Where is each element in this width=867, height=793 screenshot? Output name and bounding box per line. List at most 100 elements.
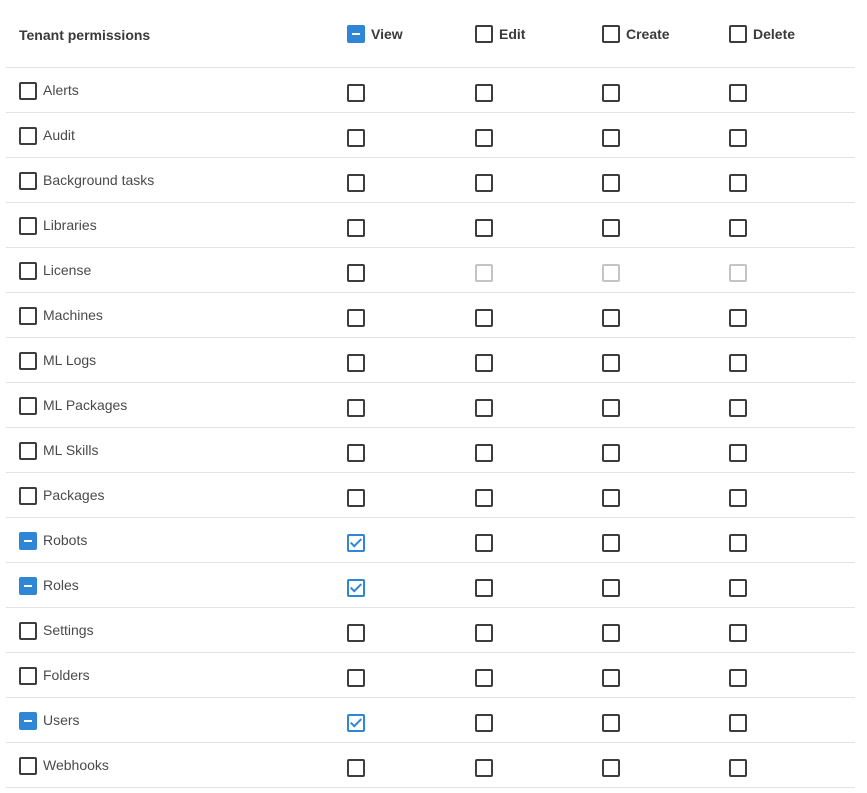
edit-permission-checkbox[interactable] [475,129,493,147]
row-select-checkbox[interactable] [19,577,37,595]
edit-permission-checkbox[interactable] [475,669,493,687]
table-row: Roles [6,563,855,608]
create-permission-checkbox[interactable] [602,84,620,102]
edit-permission-checkbox[interactable] [475,489,493,507]
row-select-checkbox[interactable] [19,622,37,640]
row-select-checkbox[interactable] [19,397,37,415]
table-row: License [6,248,855,293]
edit-permission-checkbox[interactable] [475,219,493,237]
create-permission-checkbox[interactable] [602,444,620,462]
row-select-checkbox[interactable] [19,217,37,235]
delete-permission-checkbox[interactable] [729,489,747,507]
delete-permission-checkbox[interactable] [729,579,747,597]
header-delete-checkbox[interactable] [729,25,747,43]
row-select-checkbox[interactable] [19,307,37,325]
view-permission-checkbox[interactable] [347,264,365,282]
row-select-checkbox[interactable] [19,352,37,370]
edit-permission-checkbox[interactable] [475,84,493,102]
row-select-checkbox[interactable] [19,667,37,685]
delete-permission-checkbox[interactable] [729,669,747,687]
column-header-edit: Edit [499,26,526,42]
view-permission-checkbox[interactable] [347,309,365,327]
create-permission-checkbox[interactable] [602,174,620,192]
view-permission-checkbox[interactable] [347,129,365,147]
view-permission-checkbox[interactable] [347,444,365,462]
create-permission-checkbox[interactable] [602,129,620,147]
edit-permission-checkbox[interactable] [475,759,493,777]
row-select-checkbox[interactable] [19,127,37,145]
view-permission-checkbox[interactable] [347,489,365,507]
table-row: Alerts [6,68,855,113]
create-permission-checkbox[interactable] [602,759,620,777]
edit-permission-checkbox[interactable] [475,399,493,417]
view-permission-checkbox[interactable] [347,669,365,687]
edit-permission-checkbox[interactable] [475,624,493,642]
edit-permission-checkbox[interactable] [475,309,493,327]
create-permission-checkbox[interactable] [602,714,620,732]
delete-permission-checkbox[interactable] [729,174,747,192]
delete-permission-checkbox[interactable] [729,399,747,417]
header-edit-checkbox[interactable] [475,25,493,43]
view-permission-checkbox[interactable] [347,399,365,417]
create-permission-checkbox[interactable] [602,354,620,372]
create-permission-checkbox[interactable] [602,489,620,507]
create-permission-checkbox[interactable] [602,579,620,597]
row-label: ML Logs [43,352,97,368]
row-select-checkbox[interactable] [19,757,37,775]
delete-permission-checkbox[interactable] [729,759,747,777]
row-select-checkbox[interactable] [19,712,37,730]
delete-permission-checkbox[interactable] [729,354,747,372]
table-row: Audit [6,113,855,158]
create-permission-checkbox[interactable] [602,624,620,642]
view-permission-checkbox[interactable] [347,174,365,192]
edit-permission-checkbox[interactable] [475,534,493,552]
header-view-checkbox[interactable] [347,25,365,43]
view-permission-checkbox[interactable] [347,534,365,552]
edit-permission-checkbox[interactable] [475,714,493,732]
view-permission-checkbox[interactable] [347,579,365,597]
row-label: Folders [43,667,90,683]
create-permission-checkbox[interactable] [602,669,620,687]
delete-permission-checkbox[interactable] [729,714,747,732]
row-label: Machines [43,307,103,323]
row-select-checkbox[interactable] [19,262,37,280]
delete-permission-checkbox[interactable] [729,129,747,147]
view-permission-checkbox[interactable] [347,714,365,732]
view-permission-checkbox[interactable] [347,624,365,642]
row-select-checkbox[interactable] [19,487,37,505]
edit-permission-checkbox[interactable] [475,444,493,462]
table-row: Packages [6,473,855,518]
row-label: ML Packages [43,397,128,413]
create-permission-checkbox[interactable] [602,219,620,237]
delete-permission-checkbox[interactable] [729,84,747,102]
view-permission-checkbox[interactable] [347,84,365,102]
delete-permission-checkbox[interactable] [729,219,747,237]
create-permission-checkbox[interactable] [602,309,620,327]
row-label: Robots [43,532,88,548]
table-header: Tenant permissions View Edit Create Delete [6,0,855,68]
delete-permission-checkbox[interactable] [729,309,747,327]
delete-permission-checkbox[interactable] [729,444,747,462]
row-select-checkbox[interactable] [19,532,37,550]
edit-permission-checkbox[interactable] [475,174,493,192]
view-permission-checkbox[interactable] [347,354,365,372]
row-label: Audit [43,127,75,143]
delete-permission-checkbox[interactable] [729,534,747,552]
edit-permission-checkbox[interactable] [475,579,493,597]
view-permission-checkbox[interactable] [347,759,365,777]
table-row: Robots [6,518,855,563]
table-row: Webhooks [6,743,855,788]
table-row: Folders [6,653,855,698]
delete-permission-checkbox[interactable] [729,624,747,642]
row-select-checkbox[interactable] [19,172,37,190]
create-permission-checkbox[interactable] [602,399,620,417]
row-select-checkbox[interactable] [19,82,37,100]
row-select-checkbox[interactable] [19,442,37,460]
header-create-checkbox[interactable] [602,25,620,43]
row-label: Alerts [43,82,79,98]
table-row: Machines [6,293,855,338]
edit-permission-checkbox[interactable] [475,354,493,372]
create-permission-checkbox[interactable] [602,534,620,552]
view-permission-checkbox[interactable] [347,219,365,237]
table-title: Tenant permissions [19,27,151,43]
